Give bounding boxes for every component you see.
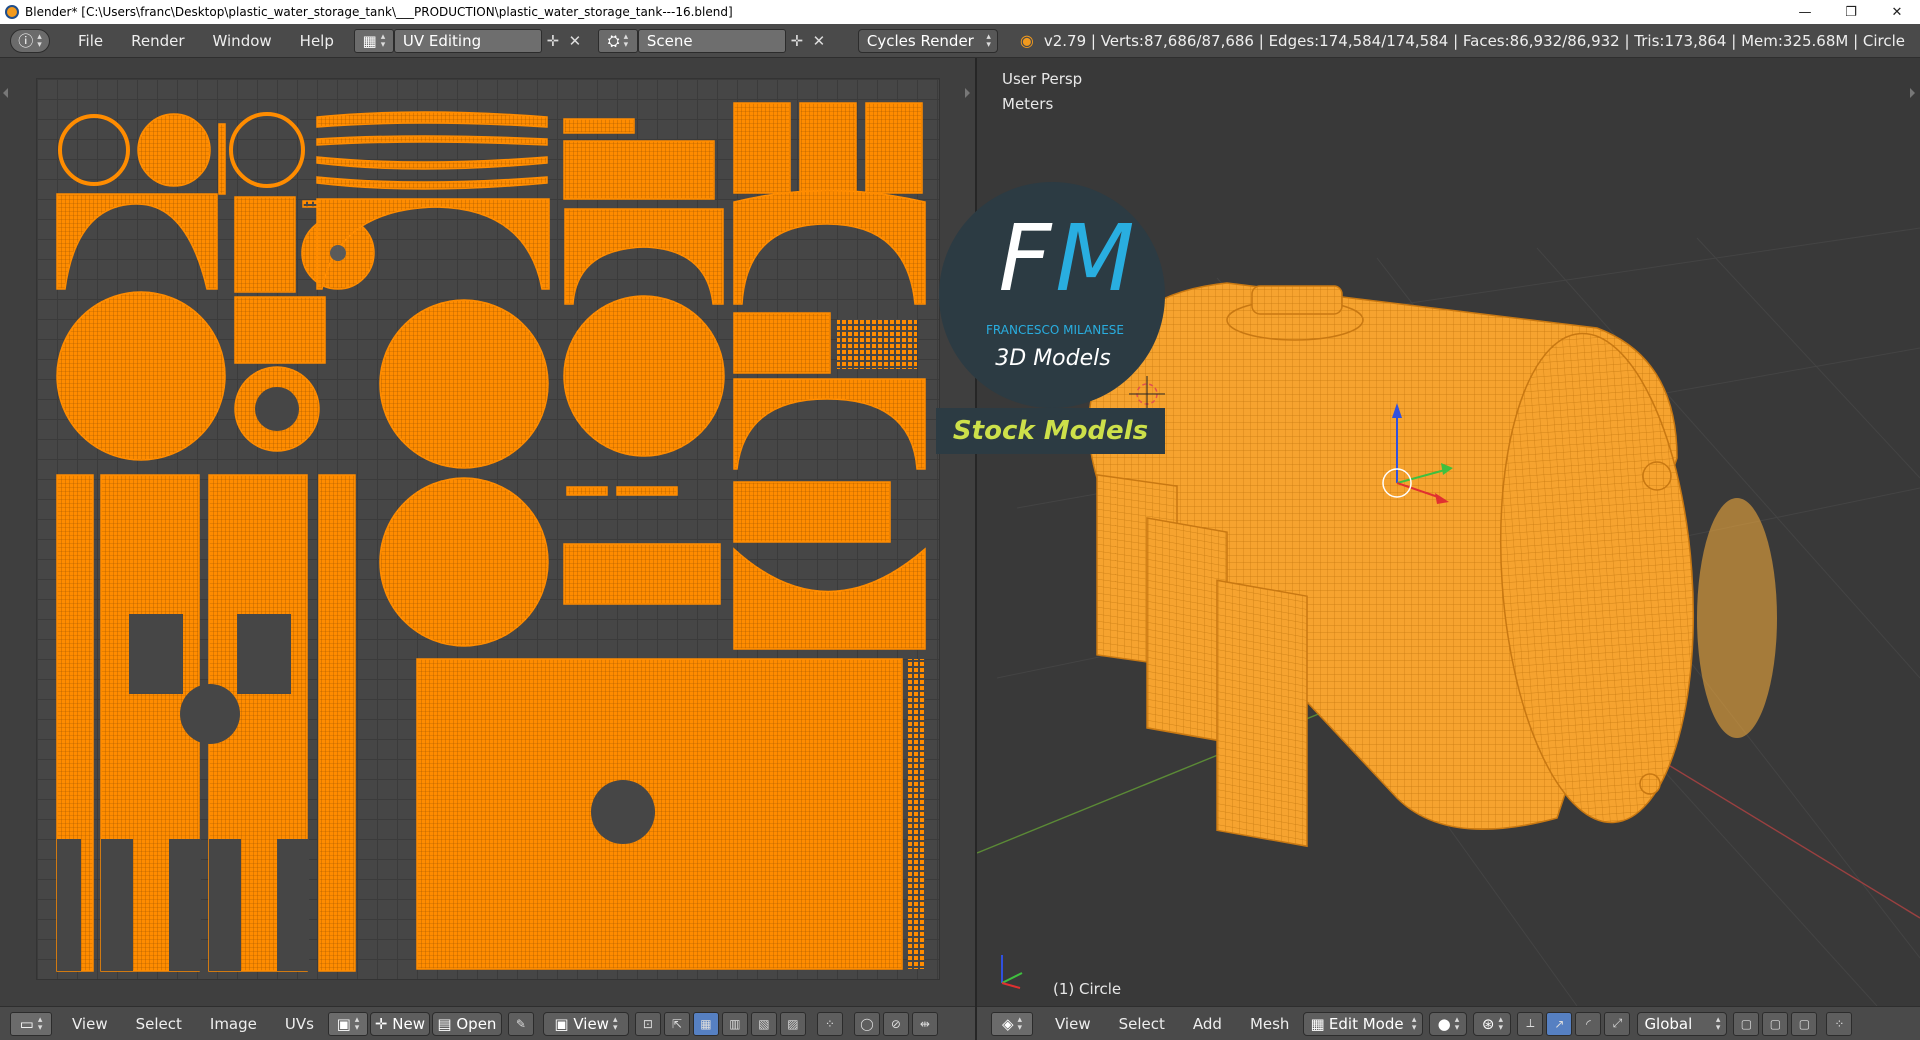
scene-field[interactable]: Scene <box>637 28 786 53</box>
translate-manipulator-icon[interactable]: ↗ <box>1546 1011 1573 1036</box>
title-bar: Blender* [C:\Users\franc\Desktop\plastic… <box>0 0 1920 24</box>
menu-file[interactable]: File <box>64 32 117 50</box>
snap-element-icon[interactable]: ⇹ <box>911 1011 938 1036</box>
orientation-label: Global <box>1644 1014 1693 1033</box>
view-name-label: User Persp <box>1002 70 1083 88</box>
open-label: Open <box>456 1014 497 1033</box>
pivot-dropdown[interactable]: ⊛ ▴ ▾ <box>1473 1011 1512 1036</box>
3d-menu-view[interactable]: View <box>1041 1015 1105 1033</box>
3d-menu-add[interactable]: Add <box>1179 1015 1236 1033</box>
toolshelf-toggle-icon[interactable] <box>3 88 8 98</box>
menu-help[interactable]: Help <box>286 32 348 50</box>
uv-image-editor[interactable] <box>0 58 975 1006</box>
scene-stats: v2.79 | Verts:87,686/87,686 | Edges:174,… <box>1043 31 1906 50</box>
editor-type-button[interactable]: ⓘ ▴ ▾ <box>10 28 50 53</box>
active-object-label: (1) Circle <box>1053 980 1122 998</box>
pin-icon[interactable]: ✎ <box>507 1011 534 1036</box>
maximize-button[interactable]: ❐ <box>1828 0 1874 24</box>
blender-logo-icon <box>5 5 19 19</box>
new-label: New <box>392 1014 425 1033</box>
folder-icon: ▤ <box>437 1014 457 1033</box>
uv-menu-view[interactable]: View <box>58 1015 122 1033</box>
view-mode-icon: ▣ <box>554 1014 574 1033</box>
fm-letter-f: F <box>999 205 1053 312</box>
add-layout-icon[interactable]: ✛ <box>542 30 564 52</box>
sync-selection-icon[interactable]: ⇱ <box>663 1011 690 1036</box>
fm-tagline: 3D Models <box>995 346 1110 371</box>
layer-3-icon[interactable]: ▢ <box>1791 1011 1818 1036</box>
3d-view-header: ◈ ▴ ▾ View Select Add Mesh ▦ Edit Mode ▴ ▾ ● ▴… <box>977 1006 1920 1040</box>
image-browse-icon: ▣ <box>336 1014 351 1033</box>
scene-icon: ⛭ <box>607 31 620 50</box>
axis-widget <box>1001 955 1023 989</box>
face-select-icon[interactable]: ▧ <box>750 1011 777 1036</box>
vertex-select-icon[interactable]: ▦ <box>692 1011 719 1036</box>
edit-mode-icon: ▦ <box>1310 1014 1325 1033</box>
info-header: ⓘ ▴ ▾ File Render Window Help ▦ ▴ ▾ UV Editi… <box>0 24 1920 58</box>
uv-menu-uvs[interactable]: UVs <box>271 1015 328 1033</box>
info-icon: ⓘ <box>18 32 34 50</box>
image-browse[interactable]: ▣ ▴ ▾ <box>327 1011 368 1036</box>
layout-icon: ▦ <box>362 31 377 50</box>
orientation-dropdown[interactable]: Global ▴ ▾ <box>1637 1011 1728 1036</box>
layer-2-icon[interactable]: ▢ <box>1762 1011 1789 1036</box>
blender-window: Blender* [C:\Users\franc\Desktop\plastic… <box>0 0 1920 1040</box>
render-engine-dropdown[interactable]: Cycles Render ▴ ▾ <box>857 28 998 53</box>
fm-watermark-logo: F M FRANCESCO MILANESE 3D Models <box>937 180 1167 410</box>
minimize-button[interactable]: — <box>1782 0 1828 24</box>
units-label: Meters <box>1002 95 1054 113</box>
scale-manipulator-icon[interactable]: ⤢ <box>1604 1011 1631 1036</box>
proportional-edit-icon[interactable]: ◯ <box>853 1011 880 1036</box>
menu-window[interactable]: Window <box>199 32 286 50</box>
plus-icon: ✛ <box>374 1014 393 1033</box>
viewport-properties-toggle-icon[interactable] <box>1910 88 1915 98</box>
screen-layout-browse[interactable]: ▦ ▴ ▾ <box>353 28 394 53</box>
3d-menu-select[interactable]: Select <box>1105 1015 1179 1033</box>
image-editor-icon: ▭ <box>19 1014 34 1033</box>
image-view-dropdown[interactable]: ▣ View ▴ ▾ <box>542 1011 629 1036</box>
add-scene-icon[interactable]: ✛ <box>786 30 808 52</box>
remove-layout-icon[interactable]: ✕ <box>564 30 586 52</box>
layer-1-icon[interactable]: ▢ <box>1733 1011 1760 1036</box>
uv-canvas[interactable] <box>36 78 940 980</box>
stock-models-banner: Stock Models <box>936 408 1165 454</box>
fm-author: FRANCESCO MILANESE <box>986 323 1124 337</box>
mode-dropdown[interactable]: ▦ Edit Mode ▴ ▾ <box>1303 1011 1424 1036</box>
uv-menu-select[interactable]: Select <box>122 1015 196 1033</box>
snap-icon[interactable]: ⊘ <box>882 1011 909 1036</box>
manipulator-toggle-icon[interactable]: ⟂ <box>1517 1011 1544 1036</box>
render-engine-label: Cycles Render <box>866 31 974 50</box>
edge-select-icon[interactable]: ▥ <box>721 1011 748 1036</box>
open-image-button[interactable]: ▤ Open <box>431 1011 502 1036</box>
close-button[interactable]: ✕ <box>1874 0 1920 24</box>
pivot-icon[interactable]: ⊡ <box>634 1011 661 1036</box>
occlude-geometry-icon[interactable]: ⁘ <box>1826 1011 1853 1036</box>
remove-scene-icon[interactable]: ✕ <box>808 30 830 52</box>
window-title: Blender* [C:\Users\franc\Desktop\plastic… <box>25 5 733 19</box>
pivot-point-icon: ⊛ <box>1481 1014 1495 1033</box>
fm-letter-m: M <box>1055 205 1134 312</box>
shading-dropdown[interactable]: ● ▴ ▾ <box>1429 1011 1468 1036</box>
properties-toggle-icon[interactable] <box>965 88 970 98</box>
new-image-button[interactable]: ✛ New <box>369 1011 430 1036</box>
mode-label: Edit Mode <box>1328 1014 1404 1033</box>
screen-layout-field[interactable]: UV Editing <box>393 28 542 53</box>
rotate-manipulator-icon[interactable]: ◜ <box>1575 1011 1602 1036</box>
3d-editor-type-button[interactable]: ◈ ▴ ▾ <box>991 1011 1033 1036</box>
view-mode-label: View <box>573 1014 609 1033</box>
blender-small-icon: ◉ <box>1019 31 1034 50</box>
uv-menu-image[interactable]: Image <box>196 1015 271 1033</box>
uv-editor-header: ▭ ▴ ▾ View Select Image UVs ▣ ▴ ▾ ✛ New ▤ Op… <box>0 1006 975 1040</box>
uv-islands <box>56 102 926 972</box>
scene-browse[interactable]: ⛭ ▴ ▾ <box>597 28 638 53</box>
island-select-icon[interactable]: ▨ <box>779 1011 806 1036</box>
solid-shading-icon: ● <box>1437 1014 1451 1033</box>
sticky-select-icon[interactable]: ⁘ <box>816 1011 843 1036</box>
3d-menu-mesh[interactable]: Mesh <box>1236 1015 1304 1033</box>
uv-editor-type-button[interactable]: ▭ ▴ ▾ <box>10 1011 52 1036</box>
menu-render[interactable]: Render <box>117 32 198 50</box>
3d-view-icon: ◈ <box>1001 1014 1014 1033</box>
